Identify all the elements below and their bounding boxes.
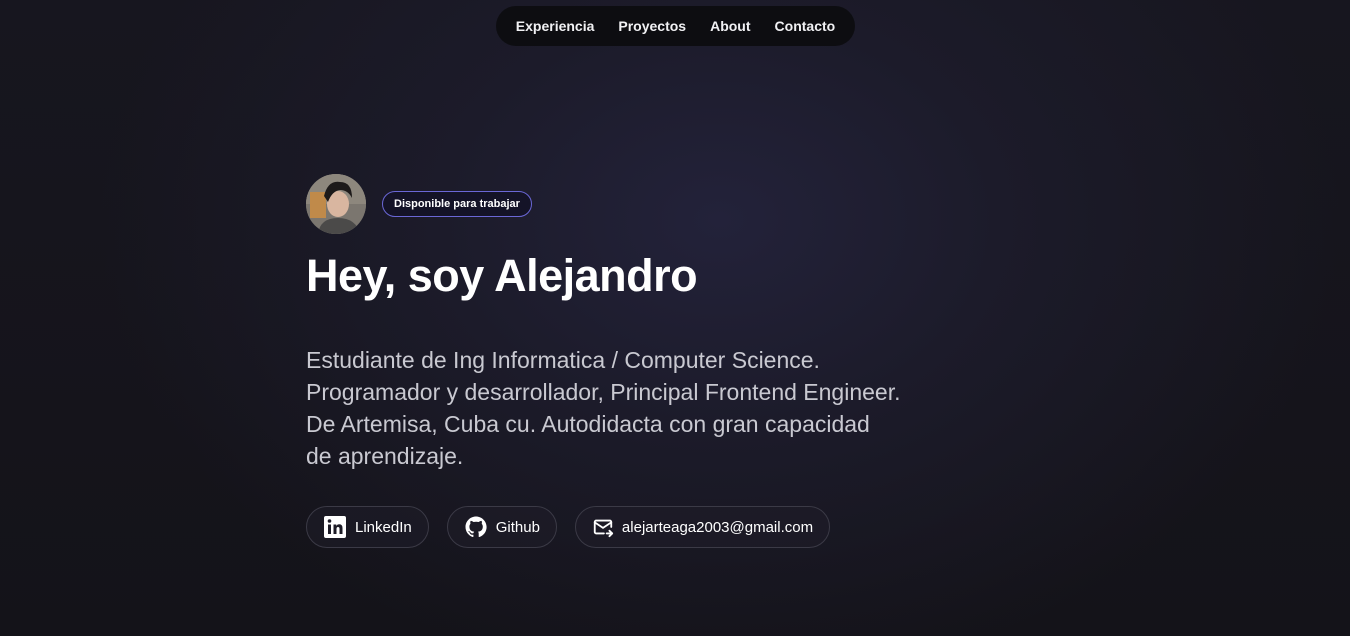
- bio-line: De Artemisa, Cuba cu. Autodidacta con gr…: [306, 411, 870, 437]
- hero-section: Disponible para trabajar Hey, soy Alejan…: [306, 174, 1006, 548]
- github-icon: [464, 515, 488, 539]
- availability-badge: Disponible para trabajar: [382, 191, 532, 217]
- avatar-photo: [306, 174, 366, 234]
- bio-paragraph: Estudiante de Ing Informatica / Computer…: [306, 344, 986, 472]
- nav-link-experiencia[interactable]: Experiencia: [516, 18, 595, 34]
- bio-line: Programador y desarrollador, Principal F…: [306, 379, 901, 405]
- email-label: alejarteaga2003@gmail.com: [621, 518, 814, 536]
- bio-line: de aprendizaje.: [306, 443, 464, 469]
- nav-link-proyectos[interactable]: Proyectos: [618, 18, 686, 34]
- bio-line: Estudiante de Ing Informatica / Computer…: [306, 347, 820, 373]
- nav-link-about[interactable]: About: [710, 18, 750, 34]
- top-navbar: Experiencia Proyectos About Contacto: [496, 6, 855, 46]
- github-label: Github: [495, 518, 540, 536]
- social-links: LinkedIn Github alejarteaga2003@gmail.co…: [306, 506, 1006, 548]
- linkedin-label: LinkedIn: [355, 518, 412, 536]
- nav-link-contacto[interactable]: Contacto: [775, 18, 836, 34]
- linkedin-link-button[interactable]: LinkedIn: [306, 506, 429, 548]
- email-link-button[interactable]: alejarteaga2003@gmail.com: [574, 506, 831, 548]
- linkedin-icon: [323, 515, 347, 539]
- mail-icon: [592, 516, 614, 538]
- hero-header-row: Disponible para trabajar: [306, 174, 1006, 234]
- page-title: Hey, soy Alejandro: [306, 250, 698, 301]
- github-link-button[interactable]: Github: [446, 506, 557, 548]
- avatar: [306, 174, 366, 234]
